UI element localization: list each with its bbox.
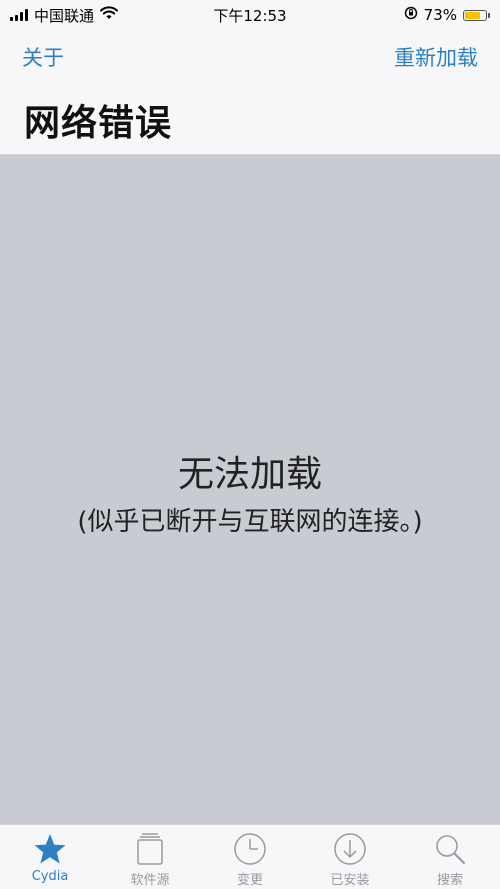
status-left: 中国联通 — [10, 5, 119, 26]
page-title: 网络错误 — [24, 103, 173, 144]
wifi-icon — [100, 6, 119, 24]
battery-icon — [463, 9, 490, 21]
battery-percent: 73% — [423, 6, 457, 24]
tab-changes[interactable]: 变更 — [200, 825, 300, 889]
carrier-label: 中国联通 — [34, 6, 95, 25]
tab-search[interactable]: 搜索 — [400, 825, 500, 889]
star-icon — [32, 831, 68, 867]
tab-installed[interactable]: 已安装 — [300, 825, 400, 889]
error-title: 无法加载 — [177, 454, 322, 495]
tab-bar: Cydia 软件源 变更 已安装 搜索 — [0, 824, 500, 889]
tab-cydia[interactable]: Cydia — [0, 825, 100, 889]
reload-button[interactable]: 重新加载 — [394, 42, 478, 72]
content-area: 无法加载 (似乎已断开与互联网的连接。) — [0, 155, 500, 824]
rotation-lock-icon — [404, 6, 418, 24]
tab-label: 已安装 — [330, 873, 370, 888]
tab-label: 软件源 — [130, 873, 170, 888]
tab-label: Cydia — [31, 869, 69, 884]
tab-label: 变更 — [236, 873, 263, 888]
signal-bars-icon — [10, 9, 28, 21]
status-right: 73% — [404, 6, 490, 24]
download-icon — [332, 831, 368, 867]
battery-fill — [465, 11, 480, 19]
sources-icon — [132, 831, 168, 867]
screen: 中国联通 下午12:53 73% 关于 重新加载 网络错误 无法加载 (似乎已断… — [0, 0, 500, 889]
navigation-bar: 关于 重新加载 网络错误 — [0, 30, 500, 155]
tab-sources[interactable]: 软件源 — [100, 825, 200, 889]
about-button[interactable]: 关于 — [22, 42, 64, 72]
tab-label: 搜索 — [436, 873, 463, 888]
clock-icon — [232, 831, 268, 867]
error-message: (似乎已断开与互联网的连接。) — [77, 507, 423, 537]
status-bar: 中国联通 下午12:53 73% — [0, 0, 500, 30]
search-icon — [432, 831, 468, 867]
